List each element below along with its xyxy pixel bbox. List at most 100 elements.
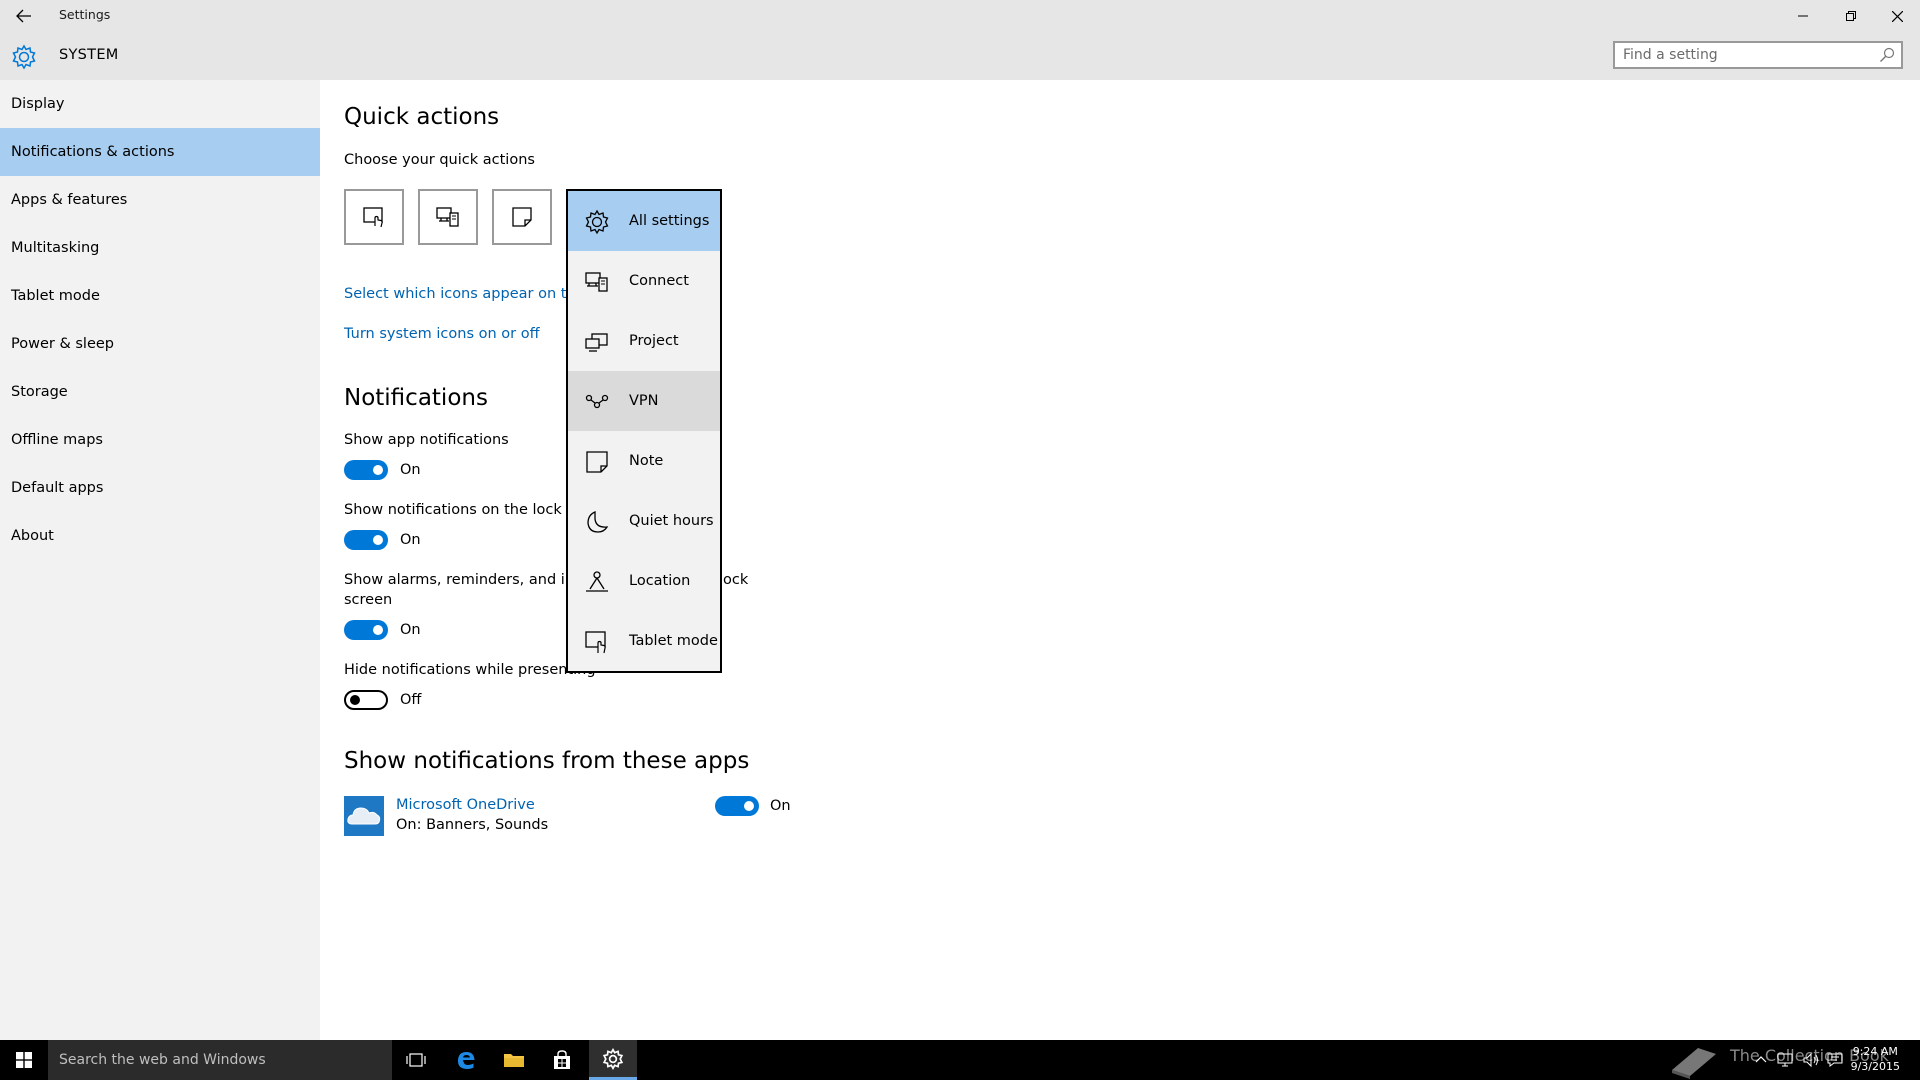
quick-action-picker-menu: All settings Connect Project VPN Note Qu… xyxy=(566,189,722,673)
store-button[interactable] xyxy=(538,1040,586,1080)
edge-button[interactable] xyxy=(442,1040,490,1080)
project-icon xyxy=(585,333,608,352)
settings-taskbar-button[interactable] xyxy=(589,1040,637,1080)
gear-icon xyxy=(585,209,609,235)
tablet-mode-icon xyxy=(363,207,383,228)
setting-label-lock-screen: Show notifications on the lock scr xyxy=(344,502,588,518)
title-bar: Settings SYSTEM xyxy=(0,0,1920,80)
menu-item-vpn[interactable]: VPN xyxy=(568,371,720,431)
menu-item-label: All settings xyxy=(629,213,710,229)
task-view-icon xyxy=(406,1053,426,1067)
book-logo-icon xyxy=(1672,1048,1716,1079)
network-icon[interactable] xyxy=(1776,1052,1794,1068)
apps-section-heading: Show notifications from these apps xyxy=(344,748,750,774)
quick-actions-subheading: Choose your quick actions xyxy=(344,152,535,168)
file-explorer-button[interactable] xyxy=(490,1040,538,1080)
menu-item-label: VPN xyxy=(629,393,659,409)
select-icons-link[interactable]: Select which icons appear on the xyxy=(344,286,585,302)
toggle-state-presenting: Off xyxy=(400,692,422,708)
taskbar-clock[interactable]: 9:24 AM 9/3/2015 xyxy=(1851,1044,1900,1074)
sidebar-item-apps-features[interactable]: Apps & features xyxy=(0,176,320,224)
sidebar-item-default-apps[interactable]: Default apps xyxy=(0,464,320,512)
connect-icon xyxy=(585,272,608,292)
sidebar-item-tablet-mode[interactable]: Tablet mode xyxy=(0,272,320,320)
sidebar-item-about[interactable]: About xyxy=(0,512,320,560)
note-icon xyxy=(586,451,608,473)
menu-item-note[interactable]: Note xyxy=(568,431,720,491)
system-icons-link[interactable]: Turn system icons on or off xyxy=(344,326,540,342)
toggle-lock-screen[interactable] xyxy=(344,530,388,550)
search-input[interactable] xyxy=(1623,45,1868,65)
menu-item-label: Location xyxy=(629,573,691,589)
notifications-heading: Notifications xyxy=(344,385,488,411)
quick-action-tile-2[interactable] xyxy=(418,189,478,245)
close-button[interactable] xyxy=(1874,0,1920,32)
sidebar-item-display[interactable]: Display xyxy=(0,80,320,128)
sidebar-item-offline-maps[interactable]: Offline maps xyxy=(0,416,320,464)
minimize-icon xyxy=(1798,15,1808,17)
toggle-state-alarms: On xyxy=(400,622,421,638)
menu-item-tablet-mode[interactable]: Tablet mode xyxy=(568,611,720,671)
toggle-presenting[interactable] xyxy=(344,690,388,710)
close-icon xyxy=(1891,10,1903,22)
section-title: SYSTEM xyxy=(59,47,119,63)
toggle-state-onedrive: On xyxy=(770,798,791,814)
menu-item-label: Project xyxy=(629,333,679,349)
window-title: Settings xyxy=(59,7,111,22)
task-view-button[interactable] xyxy=(392,1040,440,1080)
edge-icon xyxy=(458,1052,475,1069)
menu-item-label: Quiet hours xyxy=(629,513,714,529)
store-icon xyxy=(554,1050,570,1069)
quick-action-tile-3[interactable] xyxy=(492,189,552,245)
back-button[interactable] xyxy=(10,4,38,28)
menu-item-label: Connect xyxy=(629,273,689,289)
folder-icon xyxy=(504,1054,524,1067)
menu-item-connect[interactable]: Connect xyxy=(568,251,720,311)
quick-action-tile-1[interactable] xyxy=(344,189,404,245)
start-button[interactable] xyxy=(0,1040,48,1080)
gear-icon xyxy=(12,44,36,70)
toggle-state-lock-screen: On xyxy=(400,532,421,548)
vpn-icon xyxy=(585,394,609,409)
menu-item-label: Note xyxy=(629,453,664,469)
search-icon xyxy=(1880,47,1895,62)
sidebar-item-multitasking[interactable]: Multitasking xyxy=(0,224,320,272)
tablet-mode-icon xyxy=(585,631,606,654)
app-detail-onedrive: On: Banners, Sounds xyxy=(396,817,549,833)
connect-icon xyxy=(436,207,459,227)
taskbar-search[interactable]: Search the web and Windows xyxy=(48,1040,392,1080)
menu-item-location[interactable]: Location xyxy=(568,551,720,611)
setting-label-presenting: Hide notifications while presenting xyxy=(344,662,596,678)
toggle-onedrive[interactable] xyxy=(715,796,759,816)
menu-item-quiet-hours[interactable]: Quiet hours xyxy=(568,491,720,551)
chevron-up-icon[interactable] xyxy=(1755,1054,1767,1064)
clock-date: 9/3/2015 xyxy=(1850,1060,1900,1073)
sidebar-item-storage[interactable]: Storage xyxy=(0,368,320,416)
location-icon xyxy=(586,571,608,592)
toggle-alarms[interactable] xyxy=(344,620,388,640)
search-box[interactable] xyxy=(1613,41,1903,69)
moon-icon xyxy=(587,511,609,533)
menu-item-project[interactable]: Project xyxy=(568,311,720,371)
sidebar-item-notifications-actions[interactable]: Notifications & actions xyxy=(0,128,320,176)
note-icon xyxy=(512,207,532,227)
clock-time: 9:24 AM xyxy=(1852,1045,1898,1058)
setting-label-alarms-tail: ock xyxy=(723,572,749,588)
onedrive-app-icon xyxy=(344,796,384,836)
toggle-app-notifications[interactable] xyxy=(344,460,388,480)
action-center-icon[interactable] xyxy=(1826,1052,1844,1068)
restore-button[interactable] xyxy=(1828,0,1874,32)
restore-icon xyxy=(1846,11,1856,21)
setting-label-alarms: Show alarms, reminders, and inco xyxy=(344,572,591,588)
toggle-state-app-notifications: On xyxy=(400,462,421,478)
menu-item-all-settings[interactable]: All settings xyxy=(568,191,720,251)
minimize-button[interactable] xyxy=(1780,0,1826,32)
app-name-onedrive[interactable]: Microsoft OneDrive xyxy=(396,797,535,813)
cloud-icon xyxy=(347,807,381,825)
sidebar: Display Notifications & actions Apps & f… xyxy=(0,80,320,1040)
sidebar-item-power-sleep[interactable]: Power & sleep xyxy=(0,320,320,368)
menu-item-label: Tablet mode xyxy=(629,633,718,649)
volume-icon[interactable] xyxy=(1802,1052,1820,1068)
setting-label-app-notifications: Show app notifications xyxy=(344,432,509,448)
gear-icon xyxy=(602,1047,624,1070)
